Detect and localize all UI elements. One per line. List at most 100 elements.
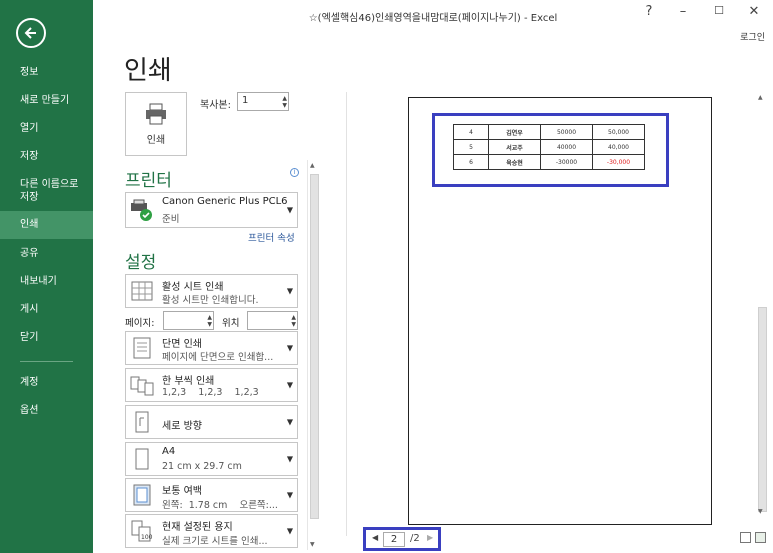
sides-title: 단면 인쇄	[162, 339, 202, 350]
collate-select[interactable]: 한 부씩 인쇄 1,2,3 1,2,3 1,2,3 ▼	[125, 368, 298, 402]
scrollbar-thumb[interactable]	[310, 174, 319, 519]
sidebar-item-publish[interactable]: 게시	[0, 303, 93, 316]
sidebar-item-print[interactable]: 인쇄	[0, 211, 93, 239]
scroll-up-icon[interactable]: ▲	[758, 94, 763, 101]
scaling-desc: 실제 크기로 시트를 인쇄...	[162, 536, 268, 547]
copies-value: 1	[242, 95, 249, 106]
sidebar-item-export[interactable]: 내보내기	[0, 275, 93, 288]
back-button[interactable]	[16, 18, 46, 48]
show-margins-icon[interactable]	[740, 532, 751, 543]
chevron-down-icon: ▼	[286, 380, 293, 390]
printer-name: Canon Generic Plus PCL6	[162, 196, 288, 207]
table-highlight-box	[432, 113, 669, 187]
sides-desc: 페이지에 단면으로 인쇄합...	[162, 352, 274, 363]
pages-label: 페이지:	[125, 318, 155, 329]
previous-page-icon[interactable]: ◀	[372, 533, 378, 542]
sides-select[interactable]: 단면 인쇄 페이지에 단면으로 인쇄합... ▼	[125, 331, 298, 365]
info-icon[interactable]: i	[290, 168, 299, 177]
help-button[interactable]: ?	[639, 4, 659, 19]
chevron-down-icon: ▼	[286, 526, 293, 536]
printer-status: 준비	[162, 214, 180, 225]
printer-select[interactable]: Canon Generic Plus PCL6 준비 ▼	[125, 192, 298, 228]
svg-text:100: 100	[141, 534, 153, 541]
sidebar-divider	[20, 361, 73, 362]
printer-properties-link[interactable]: 프린터 속성	[248, 230, 295, 244]
title-bar: ☆(엑셀핵심46)인쇄영역을내맘대로(페이지나누기) - Excel ? – ☐…	[93, 0, 773, 30]
next-page-icon[interactable]: ▶	[427, 533, 433, 542]
print-button-label: 인쇄	[146, 134, 166, 146]
pages-to-input[interactable]: ▲ ▼	[247, 311, 298, 330]
chevron-down-icon: ▼	[286, 490, 293, 500]
printer-icon	[146, 103, 166, 124]
chevron-down-icon: ▼	[286, 343, 293, 353]
sheet-grid-icon	[131, 281, 153, 301]
chevron-down-icon: ▼	[286, 454, 293, 464]
print-scope-select[interactable]: 활성 시트 인쇄 활성 시트만 인쇄합니다. ▼	[125, 274, 298, 308]
scroll-up-icon[interactable]: ▲	[310, 162, 315, 169]
printer-heading: 프린터	[125, 171, 172, 191]
print-button[interactable]: 인쇄	[125, 92, 187, 156]
collate-desc: 1,2,3 1,2,3 1,2,3	[162, 387, 259, 398]
spin-up-icon[interactable]: ▲	[207, 314, 212, 321]
current-page-input[interactable]: 2	[383, 532, 405, 547]
orientation-title: 세로 방향	[162, 421, 202, 432]
orientation-select[interactable]: 세로 방향 ▼	[125, 405, 298, 439]
actual-size-icon: 100	[131, 520, 153, 542]
margins-icon	[133, 484, 151, 506]
collate-title: 한 부씩 인쇄	[162, 376, 215, 387]
collated-pages-icon	[130, 376, 154, 396]
login-link[interactable]: 로그인	[740, 30, 765, 43]
zoom-to-page-icon[interactable]	[755, 532, 766, 543]
printer-status-icon	[131, 199, 152, 221]
chevron-down-icon: ▼	[286, 205, 293, 215]
copies-label: 복사본:	[200, 100, 231, 111]
sidebar-item-options[interactable]: 옵션	[0, 404, 93, 417]
settings-heading: 설정	[125, 253, 157, 273]
margins-desc: 왼쪽: 1.78 cm 오른쪽:...	[162, 500, 278, 511]
margins-select[interactable]: 보통 여백 왼쪽: 1.78 cm 오른쪽:... ▼	[125, 478, 298, 512]
scaling-select[interactable]: 100 현재 설정된 용지 실제 크기로 시트를 인쇄... ▼	[125, 514, 298, 548]
sidebar-item-share[interactable]: 공유	[0, 247, 93, 260]
sidebar-item-close[interactable]: 닫기	[0, 331, 93, 344]
paper-desc: 21 cm x 29.7 cm	[162, 461, 242, 472]
scroll-down-icon[interactable]: ▼	[758, 508, 763, 515]
pages-to-label: 위치	[222, 318, 240, 329]
sidebar-item-account[interactable]: 계정	[0, 376, 93, 389]
paper-size-icon	[135, 448, 149, 470]
maximize-button[interactable]: ☐	[709, 4, 729, 17]
spin-down-icon[interactable]: ▼	[282, 102, 287, 109]
page-navigator: ◀ 2 /2 ▶	[363, 527, 441, 551]
scope-title: 활성 시트 인쇄	[162, 282, 224, 293]
copies-input[interactable]: 1 ▲ ▼	[237, 92, 289, 111]
spin-down-icon[interactable]: ▼	[207, 321, 212, 328]
scaling-title: 현재 설정된 용지	[162, 522, 233, 533]
portrait-orientation-icon	[135, 411, 149, 433]
paper-size-select[interactable]: A4 21 cm x 29.7 cm ▼	[125, 442, 298, 476]
scope-desc: 활성 시트만 인쇄합니다.	[162, 295, 259, 306]
total-pages: /2	[410, 533, 420, 544]
margins-title: 보통 여백	[162, 486, 202, 497]
close-button[interactable]: ✕	[744, 4, 764, 19]
arrow-left-icon	[24, 27, 36, 39]
sidebar-item-new[interactable]: 새로 만들기	[0, 94, 93, 107]
one-sided-page-icon	[133, 337, 151, 359]
pages-from-input[interactable]: ▲ ▼	[163, 311, 214, 330]
spin-down-icon[interactable]: ▼	[291, 321, 296, 328]
spin-up-icon[interactable]: ▲	[282, 95, 287, 102]
sidebar-item-save[interactable]: 저장	[0, 150, 93, 163]
preview-scrollbar[interactable]: ▲ ▼	[756, 92, 769, 517]
backstage-sidebar: 정보 새로 만들기 열기 저장 다른 이름으로 저장 인쇄 공유 내보내기 게시…	[0, 0, 93, 553]
sidebar-item-info[interactable]: 정보	[0, 66, 93, 79]
spin-up-icon[interactable]: ▲	[291, 314, 296, 321]
scroll-down-icon[interactable]: ▼	[310, 541, 315, 548]
paper-title: A4	[162, 446, 176, 457]
minimize-button[interactable]: –	[673, 4, 693, 19]
window-title: ☆(엑셀핵심46)인쇄영역을내맘대로(페이지나누기) - Excel	[308, 13, 558, 24]
chevron-down-icon: ▼	[286, 286, 293, 296]
sidebar-item-open[interactable]: 열기	[0, 122, 93, 135]
sidebar-item-save-as[interactable]: 다른 이름으로 저장	[0, 178, 93, 204]
scrollbar-thumb[interactable]	[758, 307, 767, 512]
settings-scrollbar[interactable]: ▲ ▼	[307, 160, 320, 550]
chevron-down-icon: ▼	[286, 417, 293, 427]
page-title: 인쇄	[124, 56, 172, 86]
